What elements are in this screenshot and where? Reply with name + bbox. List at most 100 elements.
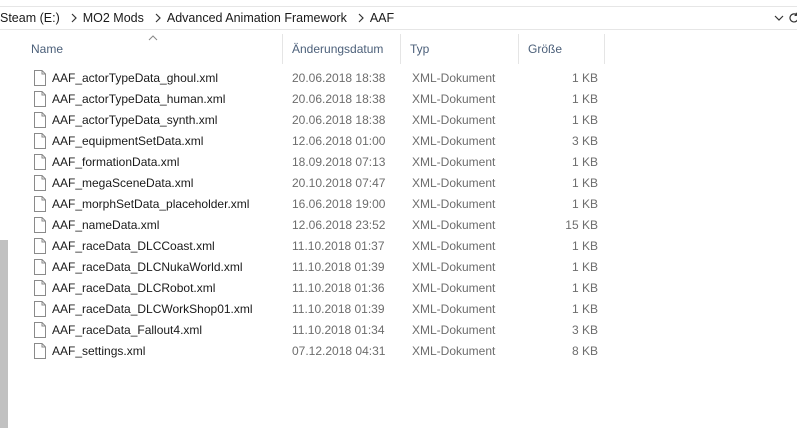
file-date: 11.10.2018 01:39 xyxy=(292,302,385,316)
file-type: XML-Dokument xyxy=(412,323,496,337)
file-size: 1 KB xyxy=(571,71,598,85)
file-size: 1 KB xyxy=(571,239,598,253)
file-size: 1 KB xyxy=(571,260,598,274)
document-icon xyxy=(34,91,46,107)
file-size: 1 KB xyxy=(571,113,598,127)
file-type: XML-Dokument xyxy=(412,239,496,253)
chevron-right-icon[interactable] xyxy=(149,7,167,29)
file-type: XML-Dokument xyxy=(412,281,496,295)
file-row[interactable]: AAF_actorTypeData_human.xml 20.06.2018 1… xyxy=(22,89,642,110)
breadcrumb-steam-drive[interactable]: Steam (E:) xyxy=(0,11,65,25)
file-row[interactable]: AAF_raceData_DLCRobot.xml 11.10.2018 01:… xyxy=(22,278,642,299)
file-type: XML-Dokument xyxy=(412,71,496,85)
document-icon xyxy=(34,112,46,128)
file-date: 20.06.2018 18:38 xyxy=(292,113,386,127)
file-name: AAF_actorTypeData_ghoul.xml xyxy=(52,71,219,85)
file-size: 8 KB xyxy=(571,344,598,358)
breadcrumb-advanced-animation-framework[interactable]: Advanced Animation Framework xyxy=(167,11,352,25)
file-row[interactable]: AAF_actorTypeData_ghoul.xml 20.06.2018 1… xyxy=(22,68,642,89)
file-type: XML-Dokument xyxy=(412,155,496,169)
file-date: 20.10.2018 07:47 xyxy=(292,176,386,190)
file-name: AAF_megaSceneData.xml xyxy=(52,176,194,190)
file-name: AAF_equipmentSetData.xml xyxy=(52,134,204,148)
column-header-name[interactable]: Name xyxy=(22,34,282,64)
file-name: AAF_raceData_DLCCoast.xml xyxy=(52,239,215,253)
document-icon xyxy=(34,238,46,254)
file-row[interactable]: AAF_settings.xml 07.12.2018 04:31 XML-Do… xyxy=(22,341,642,362)
file-row[interactable]: AAF_formationData.xml 18.09.2018 07:13 X… xyxy=(22,152,642,173)
file-name: AAF_raceData_DLCNukaWorld.xml xyxy=(52,260,243,274)
file-name: AAF_nameData.xml xyxy=(52,218,160,232)
document-icon xyxy=(34,301,46,317)
file-row[interactable]: AAF_equipmentSetData.xml 12.06.2018 01:0… xyxy=(22,131,642,152)
file-size: 1 KB xyxy=(571,155,598,169)
file-date: 11.10.2018 01:39 xyxy=(292,260,385,274)
file-type: XML-Dokument xyxy=(412,113,496,127)
file-name: AAF_actorTypeData_synth.xml xyxy=(52,113,218,127)
file-type: XML-Dokument xyxy=(412,260,496,274)
file-date: 12.06.2018 01:00 xyxy=(292,134,386,148)
scrollbar-thumb[interactable] xyxy=(0,240,8,428)
file-date: 11.10.2018 01:37 xyxy=(292,239,385,253)
file-name: AAF_formationData.xml xyxy=(52,155,180,169)
file-type: XML-Dokument xyxy=(412,176,496,190)
file-date: 18.09.2018 07:13 xyxy=(292,155,386,169)
file-type: XML-Dokument xyxy=(412,218,496,232)
file-row[interactable]: AAF_raceData_DLCCoast.xml 11.10.2018 01:… xyxy=(22,236,642,257)
file-row[interactable]: AAF_raceData_Fallout4.xml 11.10.2018 01:… xyxy=(22,320,642,341)
document-icon xyxy=(34,280,46,296)
file-date: 11.10.2018 01:36 xyxy=(292,281,385,295)
file-name: AAF_raceData_DLCRobot.xml xyxy=(52,281,216,295)
chevron-right-icon[interactable] xyxy=(65,7,83,29)
document-icon xyxy=(34,154,46,170)
file-size: 1 KB xyxy=(571,302,598,316)
file-name: AAF_raceData_DLCWorkShop01.xml xyxy=(52,302,253,316)
file-name: AAF_morphSetData_placeholder.xml xyxy=(52,197,250,211)
file-type: XML-Dokument xyxy=(412,302,496,316)
file-date: 11.10.2018 01:34 xyxy=(292,323,385,337)
file-size: 1 KB xyxy=(571,281,598,295)
file-date: 12.06.2018 23:52 xyxy=(292,218,386,232)
file-size: 15 KB xyxy=(565,218,598,232)
file-list: AAF_actorTypeData_ghoul.xml 20.06.2018 1… xyxy=(22,68,642,362)
file-name: AAF_raceData_Fallout4.xml xyxy=(52,323,203,337)
column-header-type[interactable]: Typ xyxy=(401,34,518,64)
refresh-icon[interactable] xyxy=(787,7,797,29)
file-row[interactable]: AAF_raceData_DLCNukaWorld.xml 11.10.2018… xyxy=(22,257,642,278)
file-date: 16.06.2018 19:00 xyxy=(292,197,386,211)
address-bar[interactable]: Steam (E:) MO2 Mods Advanced Animation F… xyxy=(0,6,797,30)
document-icon xyxy=(34,175,46,191)
file-row[interactable]: AAF_actorTypeData_synth.xml 20.06.2018 1… xyxy=(22,110,642,131)
file-name: AAF_actorTypeData_human.xml xyxy=(52,92,226,106)
document-icon xyxy=(34,217,46,233)
file-row[interactable]: AAF_nameData.xml 12.06.2018 23:52 XML-Do… xyxy=(22,215,642,236)
file-size: 1 KB xyxy=(571,176,598,190)
column-divider[interactable] xyxy=(604,34,605,64)
document-icon xyxy=(34,322,46,338)
document-icon xyxy=(34,259,46,275)
file-date: 07.12.2018 04:31 xyxy=(292,344,386,358)
file-size: 3 KB xyxy=(571,323,598,337)
navigation-scrollbar[interactable] xyxy=(0,34,8,428)
breadcrumb-mo2-mods[interactable]: MO2 Mods xyxy=(83,11,149,25)
column-header-size[interactable]: Größe xyxy=(519,34,604,64)
chevron-down-icon[interactable] xyxy=(772,7,786,29)
document-icon xyxy=(34,343,46,359)
file-size: 3 KB xyxy=(571,134,598,148)
document-icon xyxy=(34,196,46,212)
file-row[interactable]: AAF_morphSetData_placeholder.xml 16.06.2… xyxy=(22,194,642,215)
file-row[interactable]: AAF_raceData_DLCWorkShop01.xml 11.10.201… xyxy=(22,299,642,320)
file-row[interactable]: AAF_megaSceneData.xml 20.10.2018 07:47 X… xyxy=(22,173,642,194)
file-size: 1 KB xyxy=(571,197,598,211)
file-date: 20.06.2018 18:38 xyxy=(292,71,386,85)
file-type: XML-Dokument xyxy=(412,344,496,358)
document-icon xyxy=(34,70,46,86)
file-type: XML-Dokument xyxy=(412,92,496,106)
file-size: 1 KB xyxy=(571,92,598,106)
document-icon xyxy=(34,133,46,149)
file-type: XML-Dokument xyxy=(412,134,496,148)
column-header-date[interactable]: Änderungsdatum xyxy=(283,34,400,64)
file-type: XML-Dokument xyxy=(412,197,496,211)
breadcrumb-aaf[interactable]: AAF xyxy=(370,11,399,25)
chevron-right-icon[interactable] xyxy=(352,7,370,29)
